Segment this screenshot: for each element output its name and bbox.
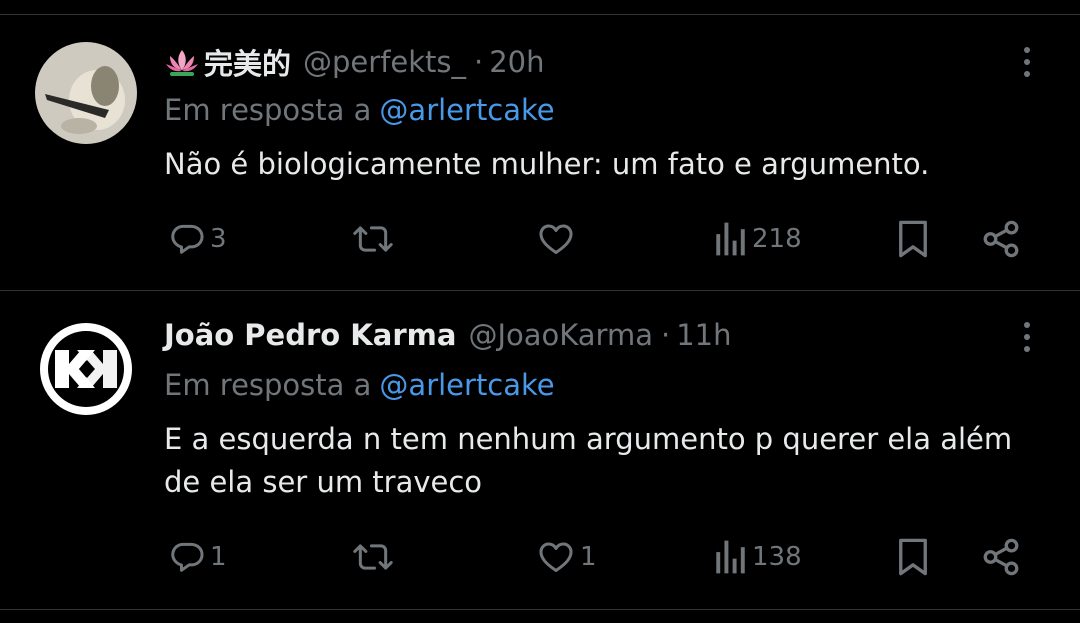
retweet-button[interactable] [352, 535, 398, 579]
views-icon [716, 222, 745, 256]
display-name[interactable]: 完美的 [204, 41, 291, 83]
avatar[interactable] [35, 318, 137, 420]
reply-context: Em resposta a @arlertcake [164, 368, 555, 402]
share-button[interactable] [980, 217, 1022, 261]
bookmark-icon [899, 538, 927, 576]
reply-button[interactable]: 1 [168, 535, 227, 579]
like-button[interactable] [536, 217, 580, 261]
timestamp[interactable]: 20h [489, 45, 544, 79]
heart-icon [539, 224, 573, 254]
reply-icon [171, 542, 204, 572]
avatar[interactable] [35, 42, 137, 144]
heart-icon [539, 542, 573, 572]
views-button[interactable]: 218 [714, 217, 802, 261]
user-handle[interactable]: @JoaoKarma [468, 318, 653, 352]
reply-context: Em resposta a @arlertcake [164, 93, 555, 127]
reply-mention-link[interactable]: @arlertcake [379, 93, 554, 127]
tweet-2[interactable]: João Pedro Karma @JoaoKarma · 11h Em res… [0, 291, 1080, 609]
views-count: 218 [752, 224, 802, 254]
avatar-image [35, 42, 137, 144]
reply-count: 3 [210, 224, 227, 254]
lotus-icon [166, 50, 198, 76]
reply-prefix: Em resposta a [164, 368, 372, 402]
more-options-icon[interactable] [1010, 317, 1044, 357]
bookmark-button[interactable] [894, 535, 932, 579]
retweet-button[interactable] [352, 217, 398, 261]
tweet-1[interactable]: 完美的 @perfekts_ · 20h Em resposta a @arler… [0, 0, 1080, 290]
tweet-text: Não é biologicamente mulher: um fato e a… [164, 147, 930, 181]
share-icon [983, 220, 1019, 258]
like-count: 1 [580, 542, 597, 572]
views-button[interactable]: 138 [714, 535, 802, 579]
views-icon [716, 540, 745, 574]
reply-feed: 完美的 @perfekts_ · 20h Em resposta a @arler… [0, 0, 1080, 623]
share-icon [983, 538, 1019, 576]
retweet-icon [353, 226, 393, 252]
display-name[interactable]: João Pedro Karma [164, 318, 456, 352]
like-button[interactable]: 1 [536, 535, 597, 579]
views-count: 138 [752, 542, 802, 572]
tweet-text: E a esquerda n tem nenhum argumento p qu… [164, 422, 1013, 499]
user-handle[interactable]: @perfekts_ [303, 45, 466, 79]
retweet-icon [353, 544, 393, 570]
reply-count: 1 [210, 542, 227, 572]
tweet-header: 完美的 @perfekts_ · 20h [164, 42, 545, 82]
more-options-icon[interactable] [1010, 42, 1044, 82]
reply-prefix: Em resposta a [164, 93, 372, 127]
bookmark-button[interactable] [894, 217, 932, 261]
share-button[interactable] [980, 535, 1022, 579]
reply-mention-link[interactable]: @arlertcake [379, 368, 554, 402]
bookmark-icon [899, 220, 927, 258]
avatar-image [35, 318, 137, 420]
reply-icon [171, 224, 204, 254]
tweet-header: João Pedro Karma @JoaoKarma · 11h [164, 315, 731, 355]
separator-dot: · [474, 45, 484, 79]
reply-button[interactable]: 3 [168, 217, 227, 261]
separator-dot: · [660, 318, 671, 352]
timestamp[interactable]: 11h [676, 318, 731, 352]
divider [0, 609, 1080, 610]
